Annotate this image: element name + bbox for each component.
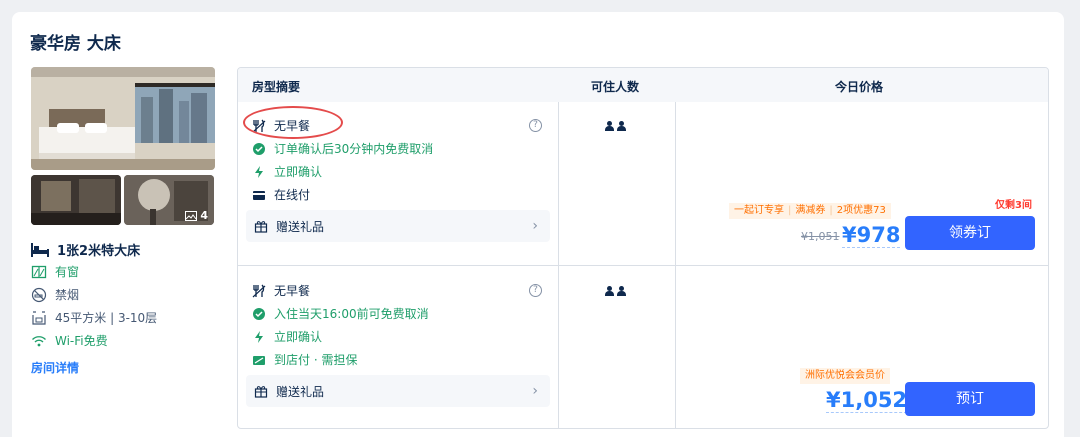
area-icon xyxy=(32,310,46,325)
rooms-left: 仅剩3间 xyxy=(995,200,1032,211)
gallery-icon xyxy=(185,210,198,221)
photo-count: 4 xyxy=(185,209,208,222)
lightning-icon xyxy=(255,330,263,343)
occupancy-icon xyxy=(605,286,626,296)
cancel-policy: 订单确认后30分钟内免费取消 xyxy=(252,140,433,157)
current-price: ¥978 xyxy=(842,223,901,248)
facility-wifi: Wi-Fi免费 xyxy=(31,332,108,349)
payment-label: 在线付 xyxy=(274,188,311,202)
gift-row[interactable]: 赠送礼品 › xyxy=(246,210,550,242)
lightning-icon xyxy=(255,165,263,178)
help-icon[interactable]: ? xyxy=(529,119,542,132)
facility-nonsmoking: 禁烟 xyxy=(31,286,79,303)
occupancy-icon xyxy=(605,121,626,131)
photo-count-label: 4 xyxy=(200,209,208,222)
person-icon xyxy=(605,121,614,131)
payment-label: 到店付 · 需担保 xyxy=(274,353,358,367)
cancel-label[interactable]: 订单确认后30分钟内免费取消 xyxy=(274,140,433,157)
gift-label: 赠送礼品 xyxy=(276,384,325,399)
rate-row-1: 无早餐 ? 订单确认后30分钟内免费取消 立即确认 在线付 赠送礼品 › 仅剩3… xyxy=(238,102,1048,265)
check-circle-icon xyxy=(253,307,265,320)
book-button[interactable]: 预订 xyxy=(905,382,1035,416)
cancel-policy: 入住当天16:00前可免费取消 xyxy=(252,305,429,322)
bathroom-image xyxy=(31,175,121,225)
bed-info: 1张2米特大床 xyxy=(31,240,140,259)
gift-icon xyxy=(254,386,268,398)
person-icon xyxy=(605,286,614,296)
facility-wifi-label: Wi-Fi免费 xyxy=(55,334,108,348)
room-card: 豪华房 大床 4 1张2米特大床 有窗 禁烟 45平方米 | 3-10层 Wi-… xyxy=(12,12,1064,437)
person-icon xyxy=(617,121,626,131)
promo-tag: 2项优惠73 xyxy=(836,205,886,216)
header-summary: 房型摘要 xyxy=(252,80,301,94)
rate-row-2: 无早餐 ? 入住当天16:00前可免费取消 立即确认 到店付 · 需担保 赠送礼… xyxy=(238,265,1048,428)
gift-row[interactable]: 赠送礼品 › xyxy=(246,375,550,407)
payment-info: 在线付 xyxy=(252,186,310,203)
pay-at-hotel-icon xyxy=(253,355,265,365)
gift-icon xyxy=(254,221,268,233)
promo-tag: 满减券 xyxy=(795,205,826,216)
facility-area-label: 45平方米 | 3-10层 xyxy=(55,311,158,325)
member-price-tag[interactable]: 洲际优悦会会员价 xyxy=(800,368,890,384)
window-icon xyxy=(31,265,47,278)
meal-info: 无早餐 xyxy=(252,282,310,299)
highlight-annotation xyxy=(243,106,343,139)
gift-label: 赠送礼品 xyxy=(276,219,325,234)
room-photo-thumb-2[interactable]: 4 xyxy=(124,175,214,225)
bed-icon xyxy=(31,242,49,257)
header-occupancy: 可住人数 xyxy=(591,80,640,94)
rate-table: 房型摘要 可住人数 今日价格 无早餐 ? 订单确认后30分钟内免费取消 立即确认… xyxy=(237,67,1049,429)
table-header: 房型摘要 可住人数 今日价格 xyxy=(238,68,1048,102)
no-meal-icon xyxy=(252,284,266,297)
facility-window: 有窗 xyxy=(31,263,79,280)
bedroom-image xyxy=(31,67,215,170)
current-price: ¥1,052 xyxy=(826,388,908,413)
room-detail-link[interactable]: 房间详情 xyxy=(31,359,79,376)
check-circle-icon xyxy=(253,142,265,155)
claim-coupon-book-button[interactable]: 领券订 xyxy=(905,216,1035,250)
confirm-info: 立即确认 xyxy=(252,328,322,345)
room-photo-main[interactable] xyxy=(31,67,215,170)
meal-label: 无早餐 xyxy=(274,284,311,298)
header-price: 今日价格 xyxy=(835,80,884,94)
chevron-right-icon: › xyxy=(532,383,538,399)
promo-tag: 洲际优悦会会员价 xyxy=(805,370,885,381)
facility-nonsmoking-label: 禁烟 xyxy=(55,288,80,302)
bed-type: 1张2米特大床 xyxy=(57,244,141,259)
confirm-label: 立即确认 xyxy=(274,165,323,179)
confirm-label: 立即确认 xyxy=(274,330,323,344)
chevron-right-icon: › xyxy=(532,218,538,234)
room-photo-thumb-1[interactable] xyxy=(31,175,121,225)
promo-tag: 一起订专享 xyxy=(734,205,784,216)
facility-window-label: 有窗 xyxy=(55,265,80,279)
help-icon[interactable]: ? xyxy=(529,284,542,297)
original-price: ¥1,051 xyxy=(801,230,840,243)
card-icon xyxy=(253,190,265,200)
payment-info: 到店付 · 需担保 xyxy=(252,351,357,368)
confirm-info: 立即确认 xyxy=(252,163,322,180)
room-title: 豪华房 大床 xyxy=(30,34,121,54)
cancel-label[interactable]: 入住当天16:00前可免费取消 xyxy=(274,305,429,322)
wifi-icon xyxy=(32,335,46,346)
promo-tags[interactable]: 一起订专享 | 满减券 | 2项优惠73 xyxy=(729,203,891,219)
person-icon xyxy=(617,286,626,296)
no-smoking-icon xyxy=(31,287,47,302)
facility-area: 45平方米 | 3-10层 xyxy=(31,309,157,326)
